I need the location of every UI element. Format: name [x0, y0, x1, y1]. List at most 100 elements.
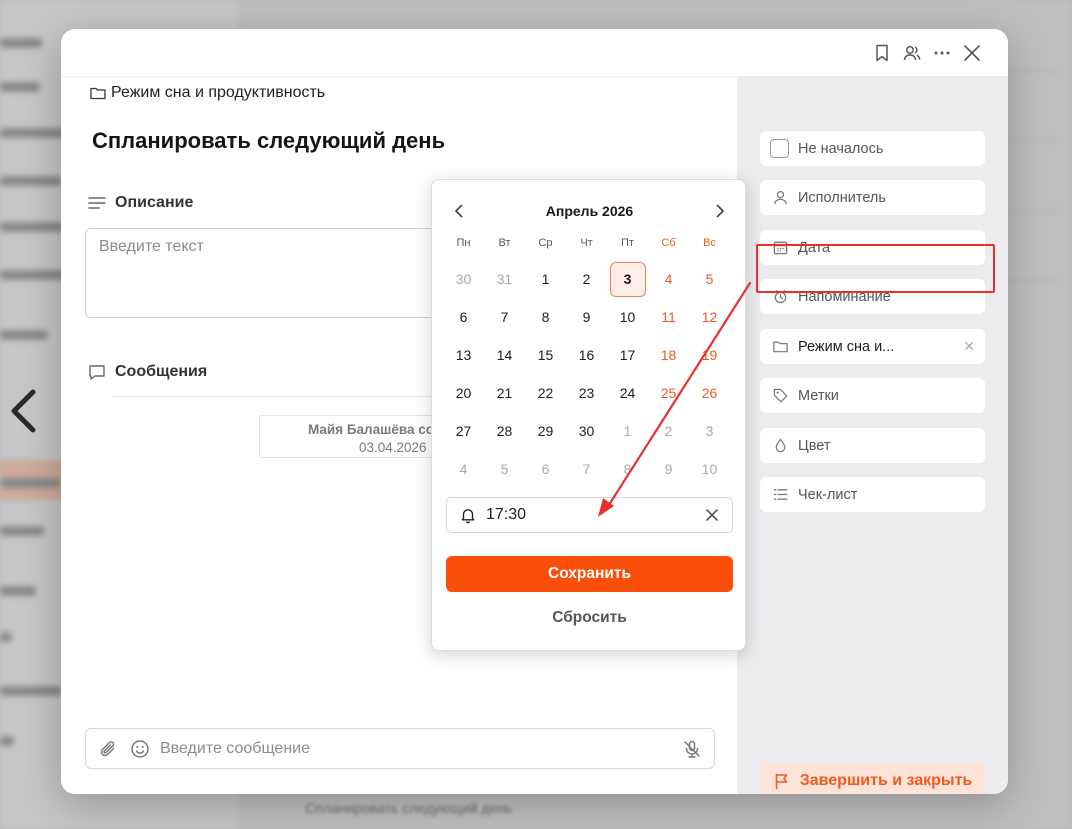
- assignee-field[interactable]: Исполнитель: [760, 180, 985, 215]
- calendar-day[interactable]: 30: [566, 412, 607, 450]
- folder-field[interactable]: Режим сна и... ✕: [760, 329, 985, 364]
- calendar-day[interactable]: 20: [443, 374, 484, 412]
- weekday-label: Пт: [621, 237, 634, 249]
- calendar-day[interactable]: 28: [484, 412, 525, 450]
- save-button[interactable]: Сохранить: [446, 556, 733, 592]
- properties-pane: Не началось Исполнитель Дата Напоминание…: [737, 77, 1008, 794]
- calendar-day[interactable]: 30: [443, 260, 484, 298]
- folder-breadcrumb[interactable]: Режим сна и продуктивность: [89, 84, 325, 102]
- calendar-day[interactable]: 2: [566, 260, 607, 298]
- color-field[interactable]: Цвет: [760, 428, 985, 463]
- bookmark-icon[interactable]: [870, 41, 894, 65]
- calendar-days-grid: 30 31 1 2 3 4 5 6 7 8 9 10 11 12 13 14 15 16 17 18 19 20 21 22 2…: [443, 260, 736, 488]
- drop-icon: [770, 436, 790, 456]
- calendar-day[interactable]: 15: [525, 336, 566, 374]
- background-task-text: Спланировать следующий день: [305, 800, 513, 816]
- calendar-day[interactable]: 7: [566, 450, 607, 488]
- calendar-day[interactable]: 5: [689, 260, 730, 298]
- calendar-icon: [770, 238, 790, 258]
- calendar-day-number: 6: [541, 461, 550, 477]
- calendar-day-number: 21: [496, 385, 513, 401]
- status-checkbox[interactable]: [770, 139, 789, 158]
- finish-and-close-button[interactable]: Завершить и закрыть: [760, 763, 985, 794]
- calendar-day[interactable]: 8: [525, 298, 566, 336]
- calendar-day[interactable]: 22: [525, 374, 566, 412]
- calendar-day[interactable]: 10: [607, 298, 648, 336]
- calendar-day[interactable]: 6: [525, 450, 566, 488]
- calendar-day[interactable]: 27: [443, 412, 484, 450]
- calendar-day[interactable]: 24: [607, 374, 648, 412]
- calendar-day[interactable]: 12: [689, 298, 730, 336]
- task-title[interactable]: Спланировать следующий день: [92, 128, 445, 154]
- calendar-day[interactable]: 4: [648, 260, 689, 298]
- calendar-day-number: 3: [705, 423, 714, 439]
- calendar-day[interactable]: 23: [566, 374, 607, 412]
- calendar-day-number: 15: [537, 347, 554, 363]
- calendar-day[interactable]: 13: [443, 336, 484, 374]
- calendar-day-number: 10: [701, 461, 718, 477]
- calendar-month-title: Апрель 2026: [545, 203, 634, 219]
- calendar-day-number: 9: [582, 309, 591, 325]
- tags-field[interactable]: Метки: [760, 378, 985, 413]
- calendar-header: Апрель 2026: [432, 200, 747, 222]
- back-chevron-icon[interactable]: [6, 388, 40, 434]
- calendar-day[interactable]: 19: [689, 336, 730, 374]
- calendar-day[interactable]: 17: [607, 336, 648, 374]
- calendar-day-number: 28: [496, 423, 513, 439]
- attach-icon[interactable]: [96, 737, 120, 761]
- calendar-day[interactable]: 25: [648, 374, 689, 412]
- calendar-day[interactable]: 5: [484, 450, 525, 488]
- status-field[interactable]: Не началось: [760, 131, 985, 166]
- description-heading: Описание: [87, 193, 193, 213]
- weekday-header-row: Пн Вт Ср Чт Пт Сб Вс: [443, 237, 736, 249]
- calendar-day[interactable]: 2: [648, 412, 689, 450]
- calendar-day[interactable]: 9: [566, 298, 607, 336]
- calendar-day[interactable]: 1: [607, 412, 648, 450]
- calendar-day[interactable]: 8: [607, 450, 648, 488]
- calendar-day[interactable]: 26: [689, 374, 730, 412]
- calendar-day[interactable]: 7: [484, 298, 525, 336]
- message-input[interactable]: [160, 739, 672, 758]
- checklist-field[interactable]: Чек-лист: [760, 477, 985, 512]
- calendar-day[interactable]: 3: [689, 412, 730, 450]
- calendar-day-number: 30: [578, 423, 595, 439]
- date-field[interactable]: Дата: [760, 230, 985, 265]
- calendar-day-selected[interactable]: 3: [607, 260, 648, 298]
- calendar-day[interactable]: 11: [648, 298, 689, 336]
- calendar-day[interactable]: 4: [443, 450, 484, 488]
- calendar-day-number: 1: [623, 423, 632, 439]
- calendar-day-number: 17: [619, 347, 636, 363]
- assignee-label: Исполнитель: [798, 189, 886, 206]
- calendar-day[interactable]: 21: [484, 374, 525, 412]
- calendar-day-number: 24: [619, 385, 636, 401]
- calendar-day-number: 12: [701, 309, 718, 325]
- participants-icon[interactable]: [900, 41, 924, 65]
- checklist-icon: [770, 485, 790, 505]
- calendar-day[interactable]: 1: [525, 260, 566, 298]
- calendar-day[interactable]: 6: [443, 298, 484, 336]
- microphone-off-icon[interactable]: [680, 737, 704, 761]
- calendar-day[interactable]: 10: [689, 450, 730, 488]
- calendar-day[interactable]: 31: [484, 260, 525, 298]
- clear-time-icon[interactable]: [703, 506, 721, 524]
- clear-folder-icon[interactable]: ✕: [963, 338, 975, 355]
- calendar-day[interactable]: 18: [648, 336, 689, 374]
- more-icon[interactable]: [930, 41, 954, 65]
- calendar-day[interactable]: 14: [484, 336, 525, 374]
- emoji-icon[interactable]: [128, 737, 152, 761]
- calendar-day-number: 14: [496, 347, 513, 363]
- reminder-time-field[interactable]: 17:30: [446, 497, 733, 533]
- calendar-day[interactable]: 9: [648, 450, 689, 488]
- calendar-day[interactable]: 16: [566, 336, 607, 374]
- tag-icon: [770, 386, 790, 406]
- next-month-chevron-icon[interactable]: [709, 200, 731, 222]
- reset-button[interactable]: Сбросить: [446, 604, 733, 632]
- folder-label: Режим сна и...: [798, 338, 895, 355]
- calendar-day-number: 25: [660, 385, 677, 401]
- calendar-day[interactable]: 29: [525, 412, 566, 450]
- calendar-day-number: 27: [455, 423, 472, 439]
- calendar-day-number: 22: [537, 385, 554, 401]
- close-icon[interactable]: [960, 41, 984, 65]
- color-label: Цвет: [798, 437, 831, 454]
- reminder-field[interactable]: Напоминание: [760, 279, 985, 314]
